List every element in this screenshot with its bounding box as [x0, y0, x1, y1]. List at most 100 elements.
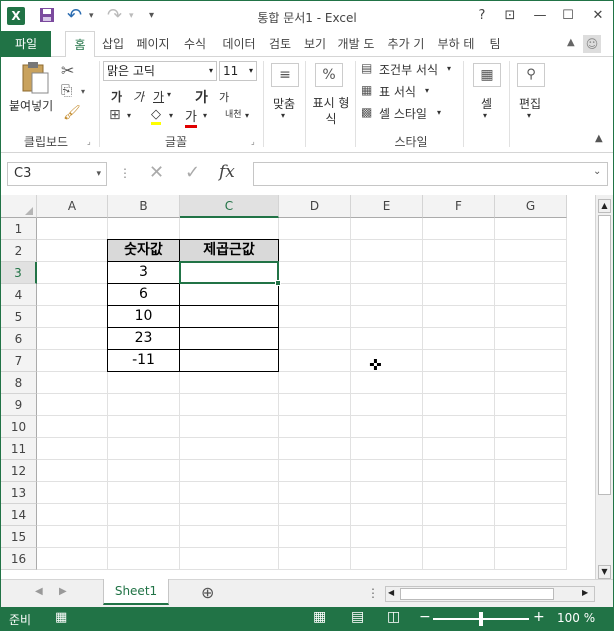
- column-header-B[interactable]: B: [108, 195, 180, 218]
- phonetic-button[interactable]: 내천: [225, 107, 242, 120]
- column-header-D[interactable]: D: [279, 195, 351, 218]
- cell-A10[interactable]: [37, 416, 108, 438]
- sheet-tab-sheet1[interactable]: Sheet1: [103, 579, 169, 605]
- scroll-down-icon[interactable]: ▼: [598, 565, 611, 579]
- paste-label[interactable]: 붙여넣기: [9, 97, 53, 114]
- page-layout-view-icon[interactable]: ▤: [351, 609, 364, 625]
- cell-G12[interactable]: [495, 460, 567, 482]
- cells-label[interactable]: 셀: [481, 95, 492, 112]
- cell-E13[interactable]: [351, 482, 423, 504]
- column-header-G[interactable]: G: [495, 195, 567, 218]
- cell-F4[interactable]: [423, 284, 495, 306]
- cell-G5[interactable]: [495, 306, 567, 328]
- tab-file[interactable]: 파일: [1, 31, 51, 57]
- clipboard-launcher-icon[interactable]: ⌟: [87, 137, 91, 146]
- cell-D12[interactable]: [279, 460, 351, 482]
- cell-D6[interactable]: [279, 328, 351, 350]
- cell-F6[interactable]: [423, 328, 495, 350]
- scissors-icon[interactable]: ✂: [61, 61, 74, 80]
- cell-B12[interactable]: [108, 460, 180, 482]
- table-header-cell[interactable]: 숫자값: [107, 239, 180, 262]
- tab-insert[interactable]: 삽입: [97, 31, 129, 57]
- prev-sheet-icon[interactable]: ◀: [35, 586, 43, 597]
- cell-F11[interactable]: [423, 438, 495, 460]
- table-format-dropdown-icon[interactable]: ▾: [425, 86, 429, 95]
- sheet-splitter-icon[interactable]: ⋮: [367, 586, 379, 600]
- vertical-scrollbar[interactable]: ▲ ▼: [595, 195, 613, 581]
- cell-A16[interactable]: [37, 548, 108, 570]
- cell-B16[interactable]: [108, 548, 180, 570]
- grow-font-button[interactable]: 가: [195, 87, 208, 107]
- cell-G11[interactable]: [495, 438, 567, 460]
- copy-dropdown-icon[interactable]: ▾: [81, 87, 85, 96]
- editing-label[interactable]: 편집: [519, 95, 541, 112]
- cell-A7[interactable]: [37, 350, 108, 372]
- cell-D4[interactable]: [279, 284, 351, 306]
- cell-A8[interactable]: [37, 372, 108, 394]
- cell-E5[interactable]: [351, 306, 423, 328]
- cell-A6[interactable]: [37, 328, 108, 350]
- cell-C15[interactable]: [180, 526, 279, 548]
- square-root-cell[interactable]: [179, 349, 279, 372]
- cell-G10[interactable]: [495, 416, 567, 438]
- row-header-6[interactable]: 6: [1, 328, 37, 350]
- cell-D3[interactable]: [279, 262, 351, 284]
- copy-icon[interactable]: ⎘: [61, 83, 72, 99]
- cell-D5[interactable]: [279, 306, 351, 328]
- cell-D10[interactable]: [279, 416, 351, 438]
- zoom-in-button[interactable]: +: [533, 609, 545, 625]
- cell-B13[interactable]: [108, 482, 180, 504]
- cell-A1[interactable]: [37, 218, 108, 240]
- cell-G4[interactable]: [495, 284, 567, 306]
- tab-load-test[interactable]: 부하 테: [433, 31, 479, 57]
- cell-F9[interactable]: [423, 394, 495, 416]
- column-header-F[interactable]: F: [423, 195, 495, 218]
- cell-B9[interactable]: [108, 394, 180, 416]
- enter-icon[interactable]: ✓: [185, 162, 200, 183]
- cell-D1[interactable]: [279, 218, 351, 240]
- cell-C10[interactable]: [180, 416, 279, 438]
- cell-C9[interactable]: [180, 394, 279, 416]
- brush-icon[interactable]: 🖌: [63, 105, 81, 121]
- tab-review[interactable]: 검토: [263, 31, 297, 57]
- cell-E12[interactable]: [351, 460, 423, 482]
- cell-G9[interactable]: [495, 394, 567, 416]
- font-color-dropdown-icon[interactable]: ▾: [203, 111, 207, 120]
- alignment-icon[interactable]: ≡: [271, 63, 299, 87]
- alignment-label[interactable]: 맞춤: [273, 95, 295, 112]
- select-all-corner[interactable]: [1, 195, 37, 218]
- cell-C12[interactable]: [180, 460, 279, 482]
- scroll-right-icon[interactable]: ▶: [582, 588, 588, 597]
- cell-E8[interactable]: [351, 372, 423, 394]
- cell-G1[interactable]: [495, 218, 567, 240]
- cells-dropdown-icon[interactable]: ▾: [483, 111, 487, 120]
- cell-B1[interactable]: [108, 218, 180, 240]
- row-header-12[interactable]: 12: [1, 460, 37, 482]
- row-header-2[interactable]: 2: [1, 240, 37, 262]
- cell-C14[interactable]: [180, 504, 279, 526]
- conditional-format-button[interactable]: 조건부 서식: [379, 61, 438, 78]
- alignment-dropdown-icon[interactable]: ▾: [281, 111, 285, 120]
- font-color-button[interactable]: 가: [185, 106, 197, 128]
- cell-G2[interactable]: [495, 240, 567, 262]
- page-break-view-icon[interactable]: ◫: [387, 609, 400, 625]
- row-header-16[interactable]: 16: [1, 548, 37, 570]
- cell-style-dropdown-icon[interactable]: ▾: [437, 108, 441, 117]
- column-header-C[interactable]: C: [180, 195, 279, 218]
- cell-B14[interactable]: [108, 504, 180, 526]
- cell-D16[interactable]: [279, 548, 351, 570]
- cell-E6[interactable]: [351, 328, 423, 350]
- row-header-8[interactable]: 8: [1, 372, 37, 394]
- cell-F15[interactable]: [423, 526, 495, 548]
- underline-dropdown-icon[interactable]: ▾: [167, 90, 171, 99]
- active-cell-selection[interactable]: [179, 261, 281, 286]
- column-header-E[interactable]: E: [351, 195, 423, 218]
- help-button[interactable]: ?: [469, 5, 495, 27]
- cell-E4[interactable]: [351, 284, 423, 306]
- phonetic-dropdown-icon[interactable]: ▾: [245, 111, 249, 120]
- cell-F12[interactable]: [423, 460, 495, 482]
- insert-function-icon[interactable]: fx: [219, 162, 235, 182]
- tab-home[interactable]: 홈: [65, 31, 95, 58]
- horizontal-scrollbar[interactable]: ◀ ▶: [385, 586, 595, 602]
- table-header-cell[interactable]: 제곱근값: [179, 239, 279, 262]
